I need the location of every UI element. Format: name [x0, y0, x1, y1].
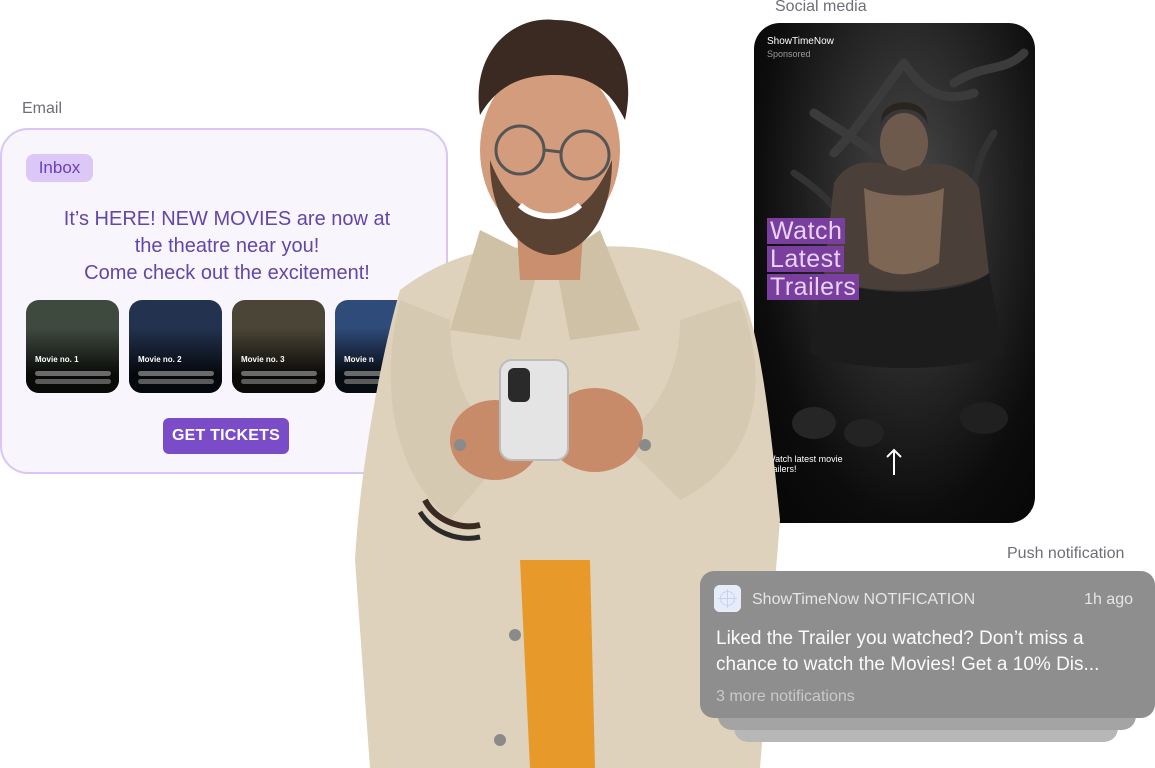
notification-app-name: ShowTimeNow NOTIFICATION [752, 591, 976, 608]
get-tickets-button[interactable]: GET TICKETS [163, 418, 289, 454]
ad-headline-line: Trailers [767, 274, 860, 300]
ad-caption: Watch latest movie trailers! [767, 454, 843, 474]
social-section-label: Social media [775, 0, 867, 15]
more-notifications-link[interactable]: 3 more notifications [716, 688, 855, 706]
push-section-label: Push notification [1007, 545, 1125, 562]
app-icon [714, 585, 741, 612]
email-section-label: Email [22, 100, 63, 117]
movie-title: Movie no. 3 [241, 355, 285, 364]
ad-headline: Watch Latest Trailers [767, 218, 860, 302]
movie-title: Movie no. 1 [35, 355, 79, 364]
inbox-tag[interactable]: Inbox [26, 154, 93, 182]
movie-card[interactable]: Movie no. 2 [129, 300, 222, 393]
notification-body-line: chance to watch the Movies! Get a 10% Di… [716, 654, 1100, 675]
push-notification-card[interactable]: ShowTimeNow NOTIFICATION 1h ago Liked th… [700, 571, 1155, 718]
notification-body-line: Liked the Trailer you watched? Don’t mis… [716, 628, 1084, 649]
notification-time: 1h ago [1084, 591, 1133, 608]
movie-title: Movie no. 2 [138, 355, 182, 364]
social-ad-card[interactable]: ShowTimeNow Sponsored Watch Latest Trail… [754, 23, 1035, 523]
movie-card[interactable]: Movie no. 1 [26, 300, 119, 393]
arrow-up-icon[interactable] [884, 447, 904, 484]
movie-card[interactable]: Movie no. 3 [232, 300, 325, 393]
notification-body: Liked the Trailer you watched? Don’t mis… [716, 626, 1136, 678]
